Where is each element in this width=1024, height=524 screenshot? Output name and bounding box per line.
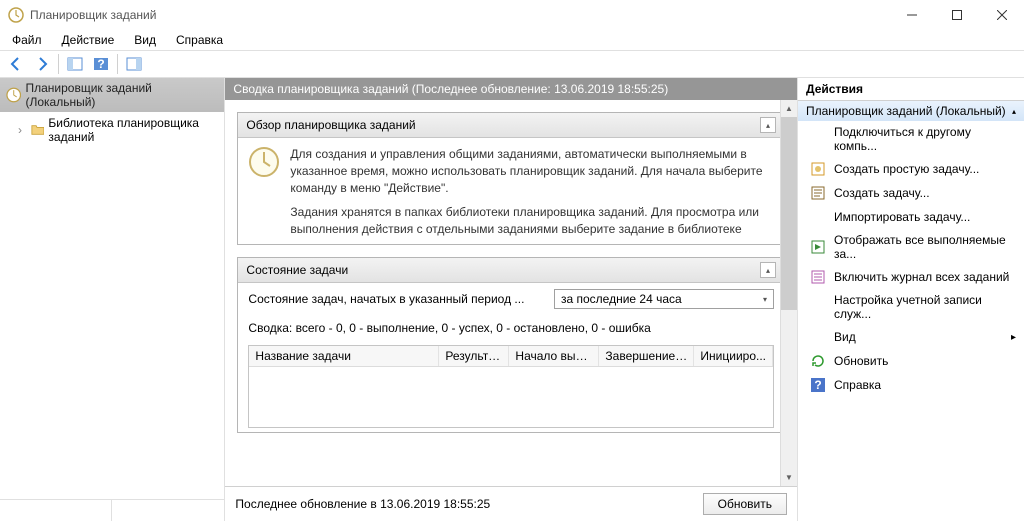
clock-large-icon (248, 146, 280, 178)
scroll-thumb[interactable] (781, 117, 797, 310)
action-create-task[interactable]: Создать задачу... (798, 181, 1024, 205)
blank-icon (810, 209, 826, 225)
actions-pane: Действия Планировщик заданий (Локальный)… (798, 78, 1024, 521)
action-label: Включить журнал всех заданий (834, 270, 1009, 284)
actions-title: Действия (798, 78, 1024, 101)
scroll-down-icon[interactable]: ▼ (781, 469, 797, 486)
action-label: Отображать все выполняемые за... (834, 233, 1016, 261)
action-help[interactable]: ? Справка (798, 373, 1024, 397)
status-section: Состояние задачи ▴ Состояние задач, нача… (237, 257, 785, 433)
col-result[interactable]: Результат... (439, 346, 509, 366)
action-label: Создать простую задачу... (834, 162, 979, 176)
action-import-task[interactable]: Импортировать задачу... (798, 205, 1024, 229)
tree-root-label: Планировщик заданий (Локальный) (25, 81, 218, 109)
status-label: Состояние задач, начатых в указанный пер… (248, 292, 546, 306)
svg-text:?: ? (97, 57, 104, 71)
task-table: Название задачи Результат... Начало выпо… (248, 345, 774, 428)
running-icon (810, 239, 826, 255)
refresh-button[interactable]: Обновить (703, 493, 787, 515)
blank-icon (810, 329, 826, 345)
refresh-icon (810, 353, 826, 369)
tree-expand-icon[interactable]: › (18, 123, 27, 137)
tree-item-label: Библиотека планировщика заданий (48, 116, 220, 144)
action-refresh[interactable]: Обновить (798, 349, 1024, 373)
tree-pane: Планировщик заданий (Локальный) › Библио… (0, 78, 225, 521)
app-icon (8, 7, 24, 23)
history-icon (810, 269, 826, 285)
menu-action[interactable]: Действие (54, 31, 123, 49)
tree-root[interactable]: Планировщик заданий (Локальный) (0, 78, 224, 112)
tree-item-library[interactable]: › Библиотека планировщика заданий (0, 114, 224, 146)
action-label: Создать задачу... (834, 186, 930, 200)
action-label: Обновить (834, 354, 888, 368)
minimize-button[interactable] (889, 0, 934, 30)
forward-button[interactable] (30, 52, 54, 76)
toolbar: ? (0, 50, 1024, 78)
action-account-config[interactable]: Настройка учетной записи служ... (798, 289, 1024, 325)
blank-icon (810, 299, 826, 315)
show-hide-actions-button[interactable] (122, 52, 146, 76)
dropdown-value: за последние 24 часа (561, 292, 682, 306)
actions-group-label: Планировщик заданий (Локальный) (806, 104, 1006, 118)
footer-text: Последнее обновление в 13.06.2019 18:55:… (235, 497, 490, 511)
table-body (249, 367, 773, 427)
close-button[interactable] (979, 0, 1024, 30)
maximize-button[interactable] (934, 0, 979, 30)
action-label: Подключиться к другому компь... (834, 125, 1016, 153)
col-start[interactable]: Начало выпо... (509, 346, 599, 366)
overview-section: Обзор планировщика заданий ▴ Для создани… (237, 112, 785, 245)
blank-icon (810, 131, 826, 147)
help-icon: ? (810, 377, 826, 393)
action-create-basic-task[interactable]: Создать простую задачу... (798, 157, 1024, 181)
back-button[interactable] (4, 52, 28, 76)
chevron-up-icon: ▴ (1012, 107, 1016, 116)
toolbar-separator (117, 54, 118, 74)
chevron-down-icon: ▾ (763, 295, 767, 304)
task-icon (810, 185, 826, 201)
status-summary: Сводка: всего - 0, 0 - выполнение, 0 - у… (248, 321, 650, 335)
action-enable-history[interactable]: Включить журнал всех заданий (798, 265, 1024, 289)
menubar: Файл Действие Вид Справка (0, 30, 1024, 50)
center-pane: Сводка планировщика заданий (Последнее о… (225, 78, 798, 521)
titlebar: Планировщик заданий (0, 0, 1024, 30)
toolbar-separator (58, 54, 59, 74)
collapse-icon[interactable]: ▴ (760, 117, 776, 133)
status-period-dropdown[interactable]: за последние 24 часа ▾ (554, 289, 774, 309)
action-label: Справка (834, 378, 881, 392)
col-name[interactable]: Название задачи (249, 346, 439, 366)
actions-group-header[interactable]: Планировщик заданий (Локальный) ▴ (798, 101, 1024, 121)
svg-text:?: ? (814, 378, 821, 392)
window-title: Планировщик заданий (30, 8, 156, 22)
submenu-arrow-icon: ▸ (1011, 332, 1016, 343)
action-connect[interactable]: Подключиться к другому компь... (798, 121, 1024, 157)
col-init[interactable]: Иницииро... (694, 346, 773, 366)
clock-icon (6, 87, 21, 103)
action-show-running[interactable]: Отображать все выполняемые за... (798, 229, 1024, 265)
menu-view[interactable]: Вид (126, 31, 164, 49)
overview-text-2: Задания хранятся в папках библиотеки пла… (290, 204, 774, 236)
action-view[interactable]: Вид ▸ (798, 325, 1024, 349)
action-label: Импортировать задачу... (834, 210, 970, 224)
status-title: Состояние задачи (246, 263, 348, 277)
scrollbar[interactable]: ▲ ▼ (780, 100, 797, 486)
folder-icon (31, 122, 45, 138)
help-button[interactable]: ? (89, 52, 113, 76)
status-header[interactable]: Состояние задачи ▴ (238, 258, 784, 283)
scroll-up-icon[interactable]: ▲ (781, 100, 797, 117)
center-header: Сводка планировщика заданий (Последнее о… (225, 78, 797, 100)
overview-title: Обзор планировщика заданий (246, 118, 415, 132)
show-hide-tree-button[interactable] (63, 52, 87, 76)
action-label: Настройка учетной записи служ... (834, 293, 1016, 321)
overview-text-1: Для создания и управления общими задания… (290, 146, 774, 196)
menu-file[interactable]: Файл (4, 31, 50, 49)
col-end[interactable]: Завершение в... (599, 346, 694, 366)
overview-header[interactable]: Обзор планировщика заданий ▴ (238, 113, 784, 138)
center-footer: Последнее обновление в 13.06.2019 18:55:… (225, 486, 797, 521)
task-basic-icon (810, 161, 826, 177)
menu-help[interactable]: Справка (168, 31, 231, 49)
action-label: Вид (834, 330, 856, 344)
collapse-icon[interactable]: ▴ (760, 262, 776, 278)
tree-statusbar (0, 499, 224, 521)
